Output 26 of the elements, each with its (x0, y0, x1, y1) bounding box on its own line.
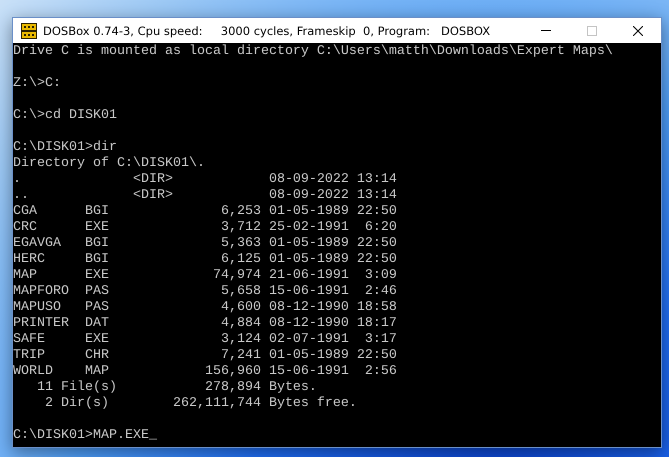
console-line: SAFE EXE 3,124 02-07-1991 3:17 (13, 332, 397, 348)
console-line: CGA BGI 6,253 01-05-1989 22:50 (13, 204, 397, 220)
console-line: Drive C is mounted as local directory C:\Users\matth\Downloads\Expert Maps\ (13, 44, 613, 60)
console-line: C:\>cd DISK01 (13, 108, 117, 124)
console-line: MAPUSO PAS 4,600 08-12-1990 18:58 (13, 300, 397, 316)
console-line: 2 Dir(s) 262,111,744 Bytes free. (44, 396, 357, 412)
console-line: PRINTER DAT 4,884 08-12-1990 18:17 (13, 316, 397, 332)
console-line: 11 File(s) 278,894 Bytes. (36, 380, 317, 396)
close-icon (633, 26, 643, 36)
maximize-icon (587, 26, 597, 36)
app-icon (21, 22, 37, 38)
console-line: .. <DIR> 08-09-2022 13:14 (13, 188, 397, 204)
console-line: EGAVGA BGI 5,363 01-05-1989 22:50 (13, 236, 397, 252)
console-line: Z:\>C: (13, 76, 61, 92)
console-line: C:\DISK01>dir (13, 140, 117, 156)
console-line: C:\DISK01>MAP.EXE_ (13, 428, 157, 444)
console-line: MAP EXE 74,974 21-06-1991 3:09 (13, 268, 397, 284)
console-line: HERC BGI 6,125 01-05-1989 22:50 (13, 252, 397, 268)
console-line: WORLD MAP 156,960 15-06-1991 2:56 (13, 364, 397, 380)
console-line: MAPFORO PAS 5,658 15-06-1991 2:46 (13, 284, 397, 300)
console-line: TRIP CHR 7,241 01-05-1989 22:50 (13, 348, 397, 364)
window-title: DOSBox 0.74-3, Cpu speed: 3000 cycles, Frameskip 0, Program: DOSBOX (43, 24, 492, 38)
console-line: CRC EXE 3,712 25-02-1991 6:20 (13, 220, 397, 236)
minimize-icon (541, 30, 551, 31)
console-line: . <DIR> 08-09-2022 13:14 (13, 172, 397, 188)
console-line: Directory of C:\DISK01\. (13, 156, 205, 172)
